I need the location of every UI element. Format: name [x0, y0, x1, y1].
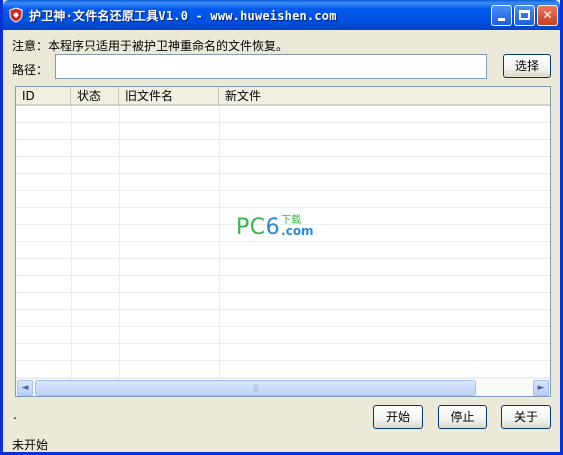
progress-dot: .	[13, 408, 17, 422]
title-bar[interactable]: 护卫神·文件名还原工具V1.0 - www.huweishen.com ✕	[3, 0, 560, 30]
shield-icon	[9, 7, 23, 23]
app-window: 护卫神·文件名还原工具V1.0 - www.huweishen.com ✕ 注意…	[0, 0, 563, 455]
maximize-button[interactable]	[514, 5, 535, 26]
path-input[interactable]	[55, 54, 487, 79]
table-row[interactable]	[16, 310, 550, 327]
file-list[interactable]: ID 状态 旧文件名 新文件 PC6 下载 .com ◄ ||| ►	[15, 86, 551, 397]
table-row[interactable]	[16, 361, 550, 378]
column-new-name[interactable]: 新文件	[219, 87, 550, 105]
table-row[interactable]	[16, 140, 550, 157]
table-row[interactable]	[16, 327, 550, 344]
table-row[interactable]	[16, 157, 550, 174]
column-id[interactable]: ID	[16, 87, 71, 105]
table-row[interactable]	[16, 242, 550, 259]
grid-line	[119, 106, 120, 378]
close-button[interactable]: ✕	[537, 5, 558, 26]
minimize-button[interactable]	[491, 5, 512, 26]
list-header: ID 状态 旧文件名 新文件	[16, 87, 550, 106]
table-row[interactable]	[16, 344, 550, 361]
status-text: 未开始	[12, 438, 49, 452]
table-row[interactable]	[16, 259, 550, 276]
watermark-pc: PC6	[236, 215, 281, 240]
table-row[interactable]	[16, 106, 550, 123]
scroll-left-arrow-icon[interactable]: ◄	[17, 380, 33, 396]
column-status[interactable]: 状态	[71, 87, 119, 105]
about-button[interactable]: 关于	[501, 405, 551, 429]
table-row[interactable]	[16, 174, 550, 191]
column-old-name[interactable]: 旧文件名	[119, 87, 219, 105]
table-row[interactable]	[16, 123, 550, 140]
horizontal-scrollbar[interactable]: ◄ ||| ►	[16, 378, 550, 396]
window-title: 护卫神·文件名还原工具V1.0 - www.huweishen.com	[29, 9, 337, 23]
minimize-icon	[498, 18, 505, 21]
scrollbar-thumb[interactable]: |||	[35, 380, 476, 396]
table-row[interactable]	[16, 191, 550, 208]
watermark-com: .com	[281, 224, 314, 238]
table-row[interactable]	[16, 276, 550, 293]
path-label: 路径：	[12, 63, 49, 77]
choose-button[interactable]: 选择	[503, 54, 551, 78]
pc6-watermark: PC6 下载 .com	[236, 215, 314, 240]
table-row[interactable]	[16, 293, 550, 310]
notice-text: 注意：本程序只适用于被护卫神重命名的文件恢复。	[12, 39, 289, 53]
close-icon: ✕	[542, 8, 553, 22]
stop-button[interactable]: 停止	[438, 405, 487, 429]
maximize-icon	[519, 10, 530, 20]
start-button[interactable]: 开始	[373, 405, 423, 429]
grid-line	[219, 106, 220, 378]
grid-line	[71, 106, 72, 378]
scroll-right-arrow-icon[interactable]: ►	[533, 380, 549, 396]
